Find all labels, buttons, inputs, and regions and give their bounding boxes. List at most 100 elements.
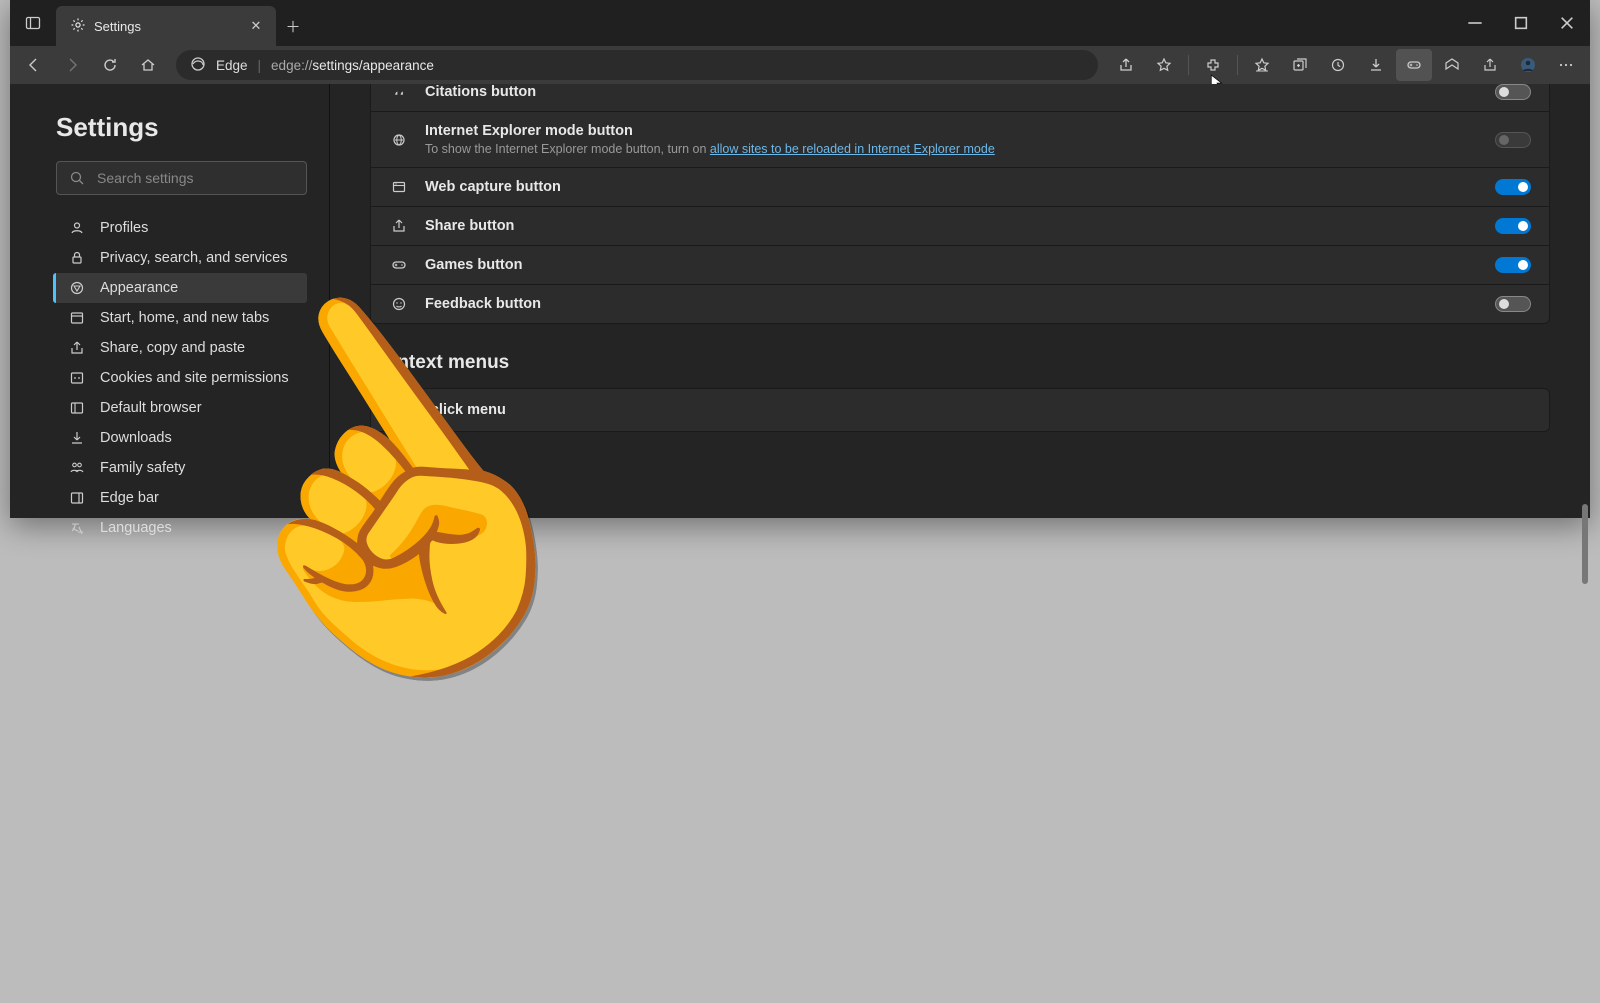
scrollbar-thumb[interactable] — [1582, 504, 1588, 584]
sidebar-item-label: Family safety — [100, 460, 185, 476]
capture-icon — [389, 179, 409, 195]
sidebar-item-label: Languages — [100, 520, 172, 536]
sidebar-item-label: Privacy, search, and services — [100, 250, 288, 266]
new-tab-button[interactable]: ＋ — [276, 6, 310, 46]
sidebar-item-downloads[interactable]: Downloads — [53, 423, 307, 453]
cookies-icon — [68, 370, 86, 386]
sidebar-item-label: Default browser — [100, 400, 202, 416]
family-icon — [68, 460, 86, 476]
toggle-citations-button[interactable] — [1495, 84, 1531, 100]
edge-logo-icon — [190, 56, 206, 75]
sidebar-item-label: Start, home, and new tabs — [100, 310, 269, 326]
titlebar: Settings ✕ ＋ — [10, 0, 1590, 46]
context-menus-heading: Context menus — [372, 352, 1550, 374]
tab-settings[interactable]: Settings ✕ — [56, 6, 276, 46]
favorites-button[interactable] — [1244, 49, 1280, 81]
games-toolbar-button[interactable] — [1396, 49, 1432, 81]
toggle-internet-explorer-mode-button — [1495, 132, 1531, 148]
search-settings-input[interactable]: Search settings — [56, 161, 307, 195]
setting-label: Internet Explorer mode button — [425, 123, 995, 139]
setting-row-feedback-button: Feedback button — [371, 285, 1549, 323]
edgebar-icon — [68, 490, 86, 506]
download-icon — [68, 430, 86, 446]
setting-row-citations-button: Citations button — [371, 84, 1549, 112]
profile-avatar[interactable] — [1510, 49, 1546, 81]
close-window-button[interactable] — [1544, 0, 1590, 46]
quote-icon — [389, 84, 409, 100]
sidebar-item-label: Profiles — [100, 220, 148, 236]
forward-button[interactable] — [54, 49, 90, 81]
toolbar-separator — [1237, 55, 1238, 75]
refresh-button[interactable] — [92, 49, 128, 81]
settings-main: Citations button Internet Explorer mode … — [330, 84, 1590, 518]
minimize-button[interactable] — [1452, 0, 1498, 46]
tab-actions-icon — [25, 15, 41, 31]
sidebar-item-start-home-and-new-tabs[interactable]: Start, home, and new tabs — [53, 303, 307, 333]
address-bar[interactable]: Edge | edge://settings/appearance — [176, 50, 1098, 80]
share-out-icon — [389, 218, 409, 234]
ie-icon — [389, 132, 409, 148]
toggle-feedback-button[interactable] — [1495, 296, 1531, 312]
sidebar-item-label: Appearance — [100, 280, 178, 296]
sidebar-item-default-browser[interactable]: Default browser — [53, 393, 307, 423]
setting-label: Web capture button — [425, 179, 561, 195]
sidebar-item-cookies-and-site-permissions[interactable]: Cookies and site permissions — [53, 363, 307, 393]
tab-actions-button[interactable] — [10, 0, 56, 46]
menu-button[interactable] — [1548, 49, 1584, 81]
lock-icon — [68, 250, 86, 266]
content-area: Settings Search settings Profiles Privacy… — [10, 84, 1590, 518]
browser-icon — [68, 400, 86, 416]
profile-icon — [68, 220, 86, 236]
gear-icon — [70, 17, 86, 36]
tab-close-button[interactable]: ✕ — [246, 16, 266, 36]
favorites-star-button[interactable] — [1146, 49, 1182, 81]
sidebar-item-edge-bar[interactable]: Edge bar — [53, 483, 307, 513]
sidebar-item-label: Share, copy and paste — [100, 340, 245, 356]
vertical-scrollbar[interactable] — [1582, 84, 1588, 518]
history-button[interactable] — [1320, 49, 1356, 81]
web-capture-toolbar-button[interactable] — [1472, 49, 1508, 81]
feedback-icon — [389, 296, 409, 312]
setting-label: Games button — [425, 257, 522, 273]
tab-title: Settings — [94, 19, 141, 34]
toggle-web-capture-button[interactable] — [1495, 179, 1531, 195]
share-icon — [68, 340, 86, 356]
toolbar: Edge | edge://settings/appearance — [10, 46, 1590, 84]
setting-row-internet-explorer-mode-button: Internet Explorer mode button To show th… — [371, 112, 1549, 168]
setting-label: Feedback button — [425, 296, 541, 312]
sidebar-item-profiles[interactable]: Profiles — [53, 213, 307, 243]
share-page-button[interactable] — [1108, 49, 1144, 81]
maximize-button[interactable] — [1498, 0, 1544, 46]
address-separator: | — [258, 58, 262, 73]
setting-row-share-button: Share button — [371, 207, 1549, 246]
settings-title: Settings — [56, 112, 307, 143]
sidebar-item-share-copy-and-paste[interactable]: Share, copy and paste — [53, 333, 307, 363]
toggle-games-button[interactable] — [1495, 257, 1531, 273]
search-placeholder: Search settings — [97, 170, 194, 186]
toggle-share-button[interactable] — [1495, 218, 1531, 234]
collections-button[interactable] — [1282, 49, 1318, 81]
toolbar-separator — [1188, 55, 1189, 75]
sidebar-item-label: Cookies and site permissions — [100, 370, 289, 386]
window-controls — [1452, 0, 1590, 46]
sidebar-item-family-safety[interactable]: Family safety — [53, 453, 307, 483]
appearance-icon — [68, 280, 86, 296]
sidebar-item-appearance[interactable]: Appearance — [53, 273, 307, 303]
start-icon — [68, 310, 86, 326]
setting-sub: To show the Internet Explorer mode butto… — [425, 142, 995, 156]
games-icon — [389, 257, 409, 273]
downloads-button[interactable] — [1358, 49, 1394, 81]
feedback-toolbar-button[interactable] — [1434, 49, 1470, 81]
setting-row-web-capture-button: Web capture button — [371, 168, 1549, 207]
setting-label: Share button — [425, 218, 514, 234]
address-brand: Edge — [216, 58, 248, 73]
sidebar-item-label: Downloads — [100, 430, 172, 446]
back-button[interactable] — [16, 49, 52, 81]
ie-mode-link[interactable]: allow sites to be reloaded in Internet E… — [710, 142, 995, 156]
sidebar-item-privacy-search-and-services[interactable]: Privacy, search, and services — [53, 243, 307, 273]
settings-sidebar: Settings Search settings Profiles Privacy… — [10, 84, 330, 518]
right-click-menu-row[interactable]: Right-click menu — [370, 388, 1550, 432]
sidebar-item-languages[interactable]: Languages — [53, 513, 307, 543]
search-icon — [69, 170, 85, 186]
home-button[interactable] — [130, 49, 166, 81]
